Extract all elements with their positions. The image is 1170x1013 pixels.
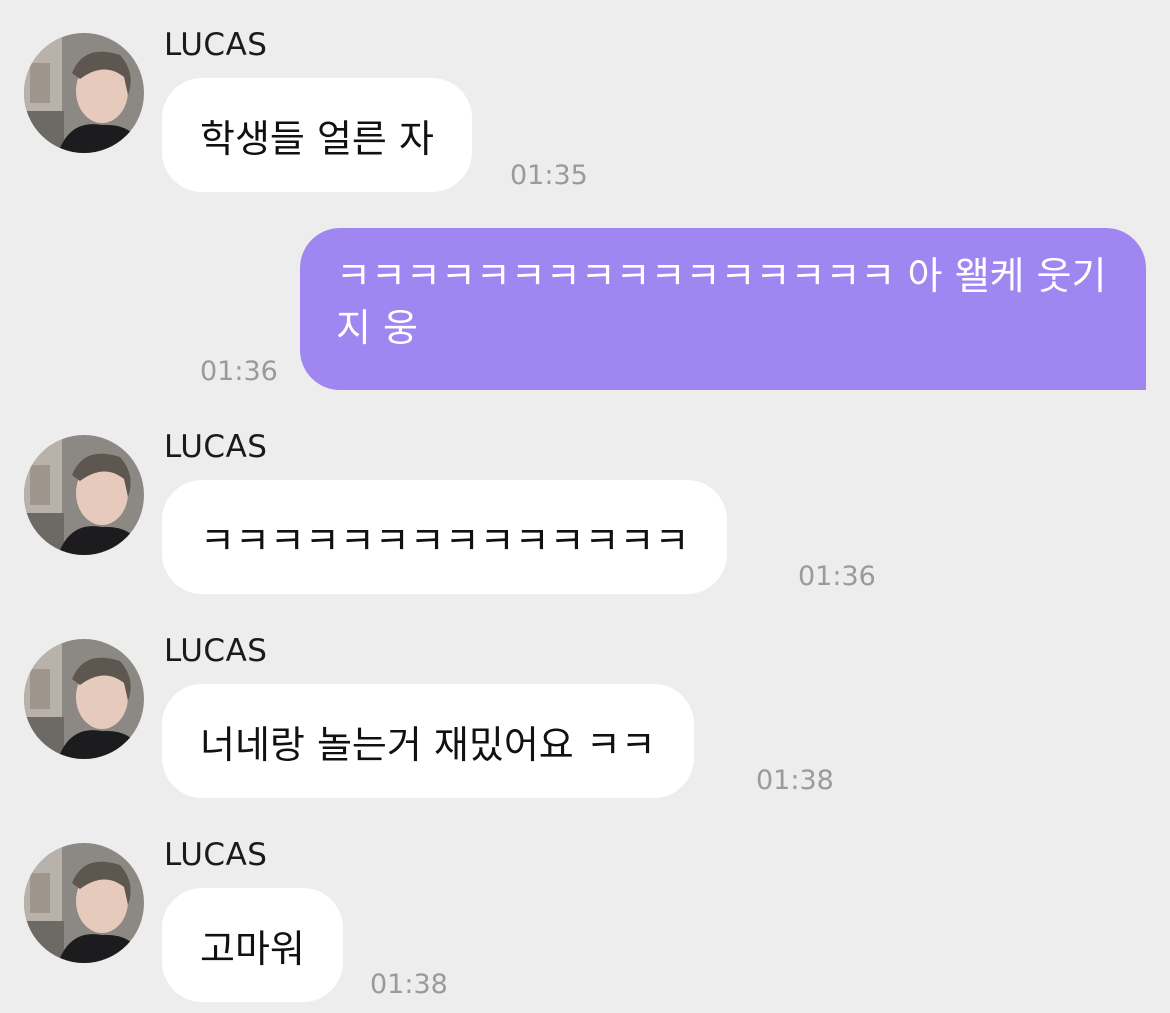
outgoing-message-bubble[interactable]: ㅋㅋㅋㅋㅋㅋㅋㅋㅋㅋㅋㅋㅋㅋㅋㅋ 아 왤케 웃기지 웅 bbox=[300, 228, 1146, 390]
message-bubble[interactable]: 너네랑 놀는거 재밌어요 ㅋㅋ bbox=[162, 684, 694, 798]
message-timestamp: 01:38 bbox=[370, 969, 448, 1000]
message-timestamp: 01:35 bbox=[510, 160, 588, 191]
avatar[interactable] bbox=[24, 639, 144, 759]
message-bubble[interactable]: 고마워 bbox=[162, 888, 343, 1002]
message-timestamp: 01:38 bbox=[756, 765, 834, 796]
profile-photo-icon bbox=[24, 33, 144, 153]
profile-photo-icon bbox=[24, 843, 144, 963]
avatar[interactable] bbox=[24, 843, 144, 963]
message-bubble[interactable]: ㅋㅋㅋㅋㅋㅋㅋㅋㅋㅋㅋㅋㅋㅋ bbox=[162, 480, 728, 594]
sender-name: LUCAS bbox=[164, 27, 268, 63]
profile-photo-icon bbox=[24, 639, 144, 759]
avatar[interactable] bbox=[24, 435, 144, 555]
avatar[interactable] bbox=[24, 33, 144, 153]
sender-name: LUCAS bbox=[164, 837, 268, 873]
sender-name: LUCAS bbox=[164, 633, 268, 669]
message-timestamp: 01:36 bbox=[200, 356, 278, 387]
message-bubble[interactable]: 학생들 얼른 자 bbox=[162, 78, 472, 192]
message-timestamp: 01:36 bbox=[798, 561, 876, 592]
chat-conversation: LUCAS 학생들 얼른 자 01:35 01:36 ㅋㅋㅋㅋㅋㅋㅋㅋㅋㅋㅋㅋㅋ… bbox=[0, 0, 1170, 1013]
profile-photo-icon bbox=[24, 435, 144, 555]
sender-name: LUCAS bbox=[164, 429, 268, 465]
